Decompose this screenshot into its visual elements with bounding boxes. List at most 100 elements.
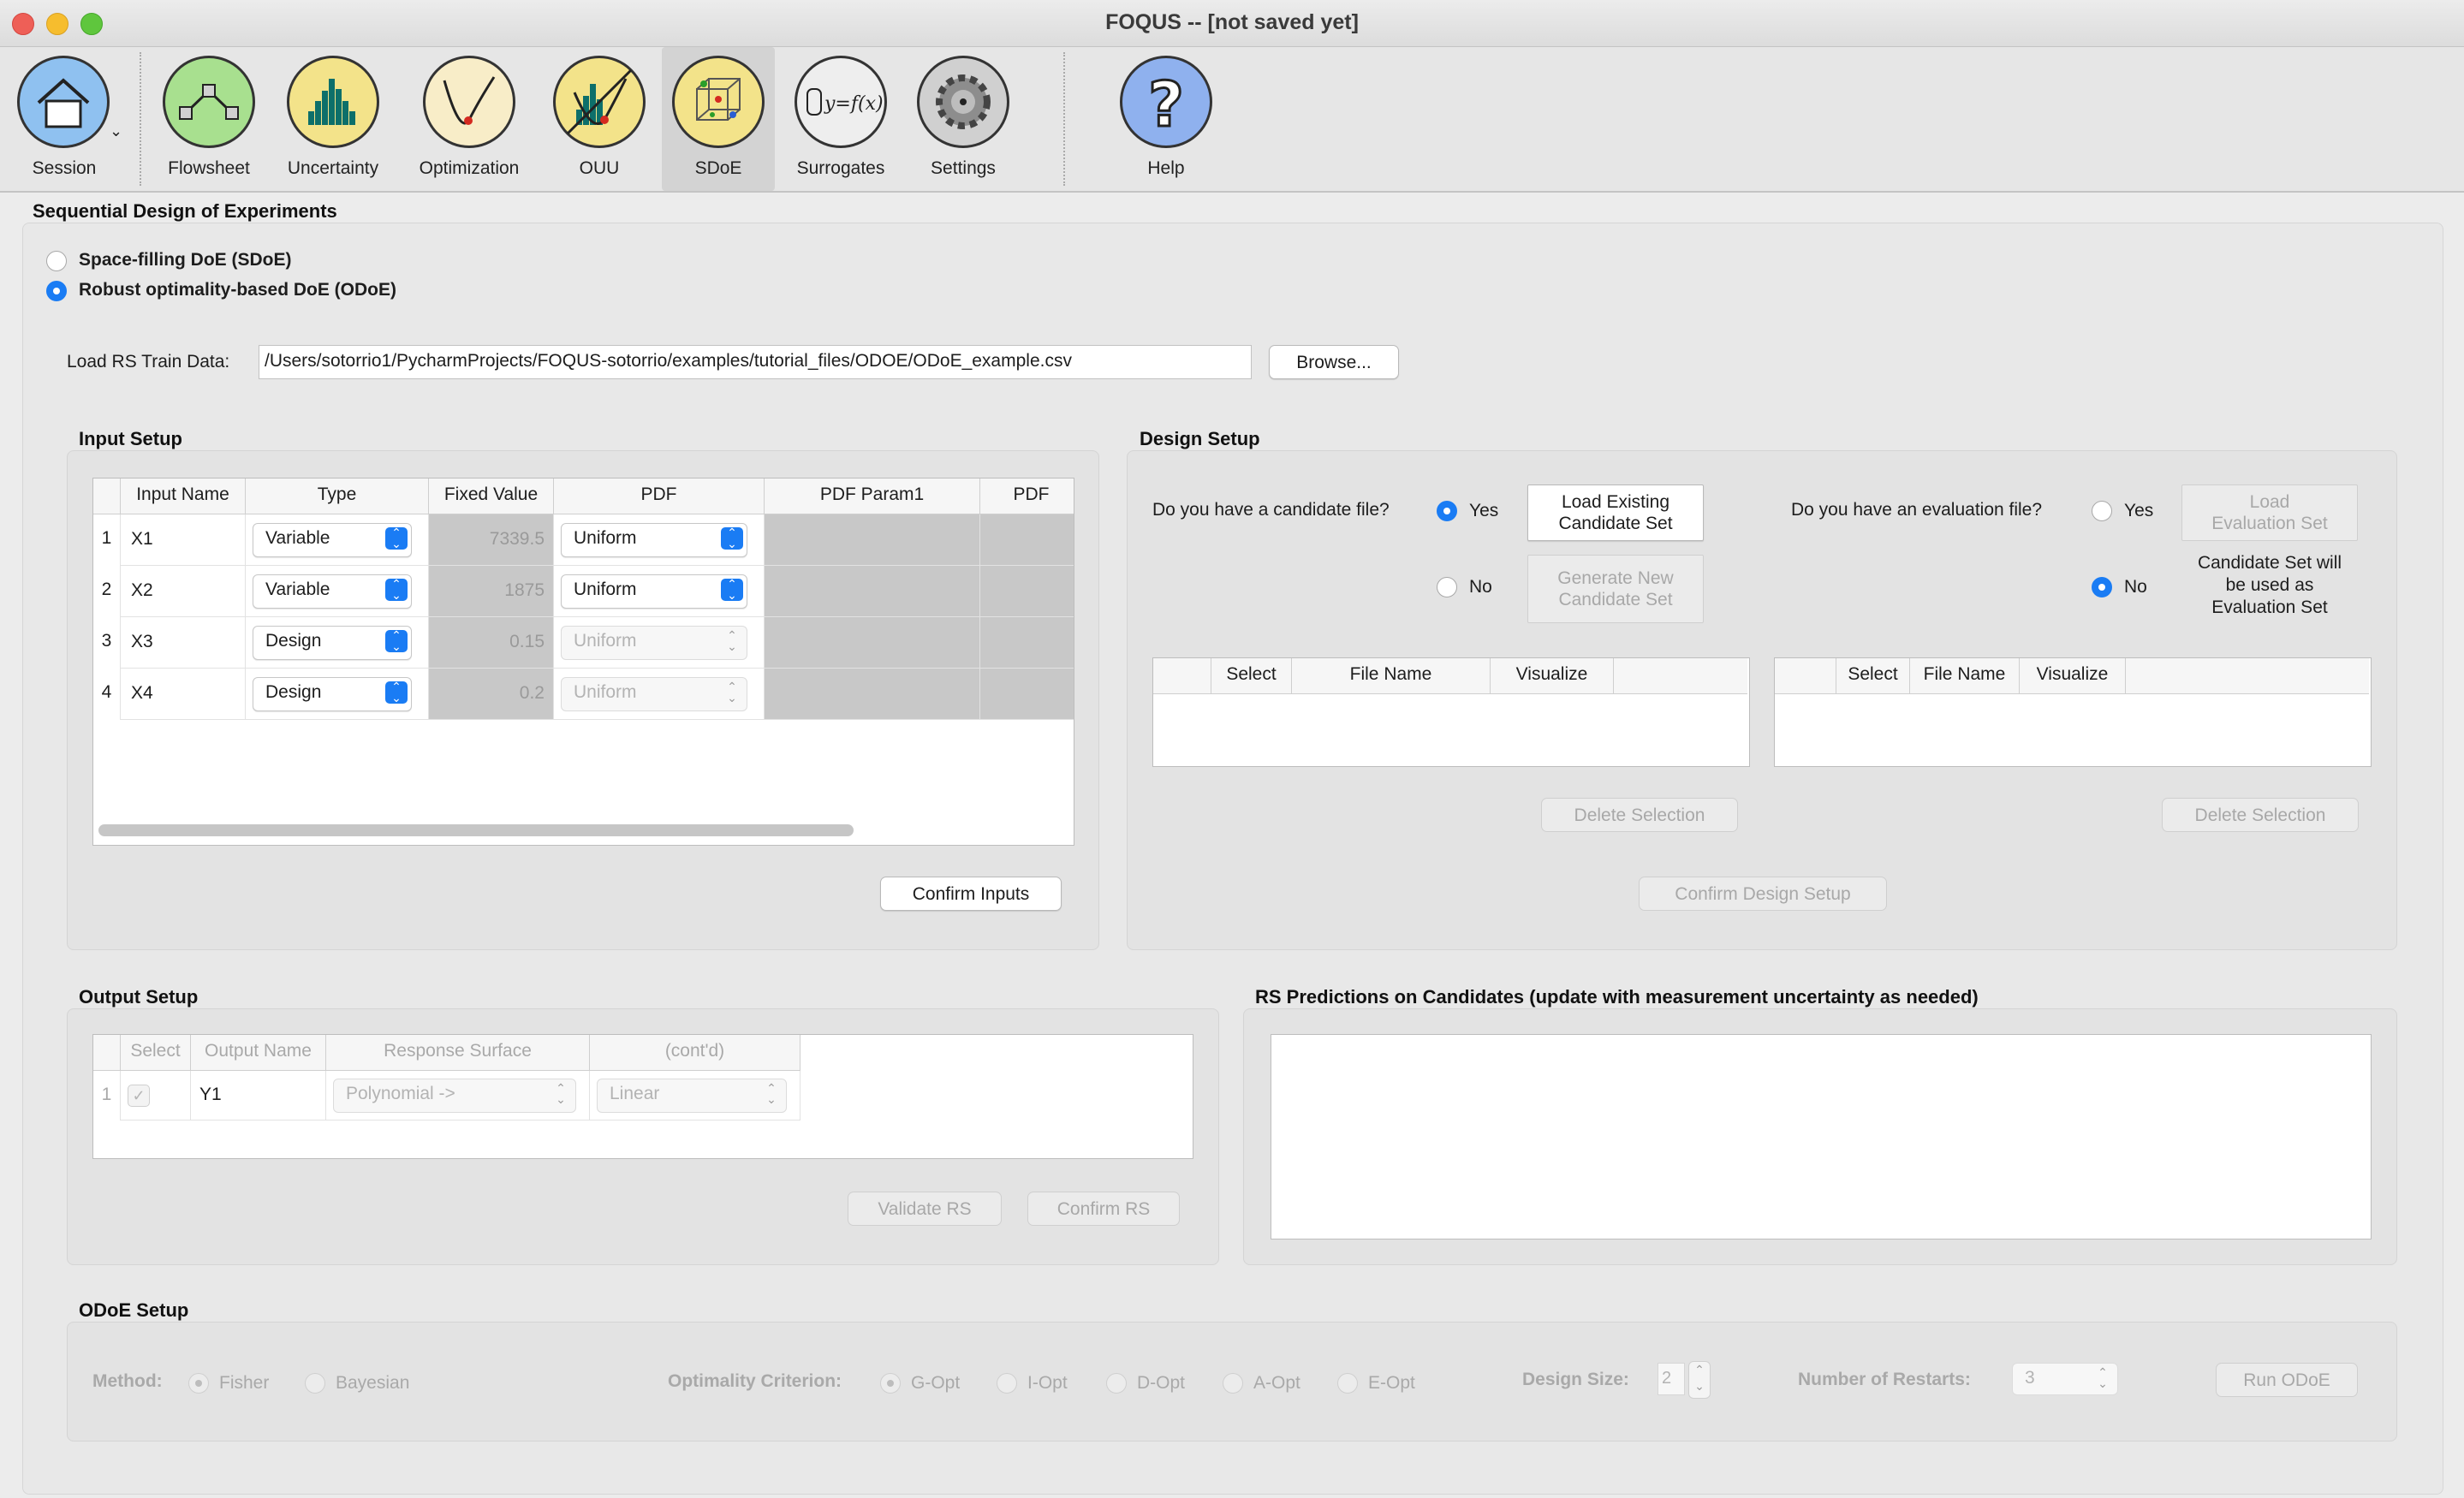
toolbar-sdoe-label: SDoE <box>694 158 742 178</box>
confirm-inputs-button[interactable]: Confirm Inputs <box>880 877 1062 911</box>
table-corner <box>1775 658 1836 694</box>
col-header: Response Surface <box>326 1035 590 1071</box>
mode-sdoe-radio[interactable] <box>46 251 67 271</box>
cont-cell: Linear ⌃ ⌄ <box>590 1071 801 1121</box>
criterion-d-opt-radio[interactable] <box>1106 1373 1127 1394</box>
row-number: 1 <box>93 1071 121 1121</box>
toolbar-settings[interactable]: Settings <box>911 47 1015 191</box>
gear-icon <box>917 56 1009 148</box>
toolbar-settings-label: Settings <box>931 158 996 178</box>
toolbar-session-label: Session <box>32 158 97 178</box>
method-label: Method: <box>92 1371 163 1391</box>
rs-type-select[interactable]: Linear ⌃ ⌄ <box>597 1079 787 1113</box>
method-bayesian-radio[interactable] <box>305 1373 325 1394</box>
col-header: Fixed Value <box>429 479 554 514</box>
delete-candidate-selection-button[interactable]: Delete Selection <box>1541 798 1738 832</box>
type-select[interactable]: Design ⌃ ⌄ <box>253 677 412 711</box>
criterion-g-opt-radio[interactable] <box>880 1373 901 1394</box>
criterion-e-opt-radio[interactable] <box>1337 1373 1358 1394</box>
candidate-no-radio[interactable] <box>1437 577 1457 597</box>
type-select[interactable]: Design ⌃ ⌄ <box>253 626 412 660</box>
run-odoe-button[interactable]: Run ODoE <box>2216 1363 2358 1397</box>
table-corner <box>93 479 121 514</box>
select-checkbox[interactable]: ✓ <box>128 1085 150 1107</box>
mode-odoe-label: Robust optimality-based DoE (ODoE) <box>79 280 397 300</box>
design-setup-title: Design Setup <box>1140 428 1260 449</box>
load-evaluation-set-button[interactable]: Load Evaluation Set <box>2181 484 2358 541</box>
pdf-select[interactable]: Uniform ⌃ ⌄ <box>561 626 747 660</box>
load-existing-candidate-button[interactable]: Load Existing Candidate Set <box>1527 484 1704 541</box>
toolbar-optimization[interactable]: Optimization <box>407 47 532 191</box>
window-title: FOQUS -- [not saved yet] <box>1105 10 1359 34</box>
flowsheet-icon <box>163 56 255 148</box>
confirm-rs-button[interactable]: Confirm RS <box>1027 1192 1180 1226</box>
toolbar-session[interactable]: ⌄ Session <box>7 47 122 191</box>
evaluation-no-radio[interactable] <box>2092 577 2112 597</box>
candidate-no-label: No <box>1469 577 1492 597</box>
method-fisher-radio[interactable] <box>188 1373 209 1394</box>
toolbar-uncertainty-label: Uncertainty <box>287 158 379 178</box>
col-header: PDF <box>554 479 765 514</box>
surrogate-function-icon: y=f(x) <box>795 56 887 148</box>
optimization-curve-icon <box>423 56 515 148</box>
rs-predictions-view[interactable] <box>1271 1034 2372 1239</box>
toolbar-flowsheet-label: Flowsheet <box>168 158 250 178</box>
design-size-input[interactable]: 2 <box>1658 1363 1685 1395</box>
criterion-i-opt-radio[interactable] <box>997 1373 1017 1394</box>
method-bayesian-label: Bayesian <box>336 1373 410 1393</box>
page-title: Sequential Design of Experiments <box>33 200 337 222</box>
pdf-param2-cell <box>980 669 1074 720</box>
design-size-stepper[interactable]: ⌃ ⌄ <box>1688 1361 1711 1399</box>
header-filler <box>1614 658 1747 694</box>
browse-button[interactable]: Browse... <box>1269 345 1399 379</box>
toolbar-flowsheet[interactable]: Flowsheet <box>154 47 264 191</box>
criterion-a-opt-label: A-Opt <box>1253 1373 1300 1393</box>
rs-train-data-path-input[interactable]: /Users/sotorrio1/PycharmProjects/FOQUS-s… <box>259 345 1252 379</box>
toolbar-ouu[interactable]: OUU <box>548 47 651 191</box>
odoe-setup-title: ODoE Setup <box>79 1299 189 1321</box>
input-name-cell: X4 <box>121 669 246 720</box>
pdf-select[interactable]: Uniform ⌃ ⌄ <box>561 677 747 711</box>
evaluation-question: Do you have an evaluation file? <box>1791 500 2043 520</box>
toolbar-surrogates[interactable]: y=f(x) Surrogates <box>786 47 896 191</box>
pdf-cell: Uniform ⌃ ⌄ <box>554 514 765 566</box>
fixed-value-cell[interactable]: 0.15 <box>429 617 554 669</box>
delete-evaluation-selection-button[interactable]: Delete Selection <box>2162 798 2359 832</box>
candidate-question: Do you have a candidate file? <box>1152 500 1390 520</box>
main-toolbar: ⌄ Session Flowsheet Uncertainty Optimiza… <box>0 47 2464 193</box>
toolbar-sdoe[interactable]: SDoE <box>662 47 775 191</box>
evaluation-yes-radio[interactable] <box>2092 501 2112 521</box>
horizontal-scrollbar[interactable] <box>98 824 854 836</box>
type-cell: Variable ⌃ ⌄ <box>246 514 429 566</box>
table-corner <box>1153 658 1211 694</box>
type-cell: Design ⌃ ⌄ <box>246 669 429 720</box>
generate-new-candidate-button[interactable]: Generate New Candidate Set <box>1527 555 1704 623</box>
toolbar-help[interactable]: ? Help <box>1113 47 1219 191</box>
pdf-select[interactable]: Uniform ⌃ ⌄ <box>561 523 747 557</box>
evaluation-yes-label: Yes <box>2124 501 2154 520</box>
response-surface-select[interactable]: Polynomial -> ⌃ ⌄ <box>333 1079 576 1113</box>
type-cell: Design ⌃ ⌄ <box>246 617 429 669</box>
pdf-param1-cell <box>765 514 980 566</box>
question-icon: ? <box>1120 56 1212 148</box>
toolbar-separator <box>1063 52 1065 186</box>
select-cell: ✓ <box>121 1071 191 1121</box>
candidate-files-table: Select File Name Visualize <box>1152 657 1750 767</box>
col-header: (cont'd) <box>590 1035 801 1071</box>
type-select[interactable]: Variable ⌃ ⌄ <box>253 574 412 609</box>
fixed-value-cell[interactable]: 0.2 <box>429 669 554 720</box>
restarts-select[interactable]: 3 ⌃ ⌄ <box>2012 1363 2118 1395</box>
candidate-yes-radio[interactable] <box>1437 501 1457 521</box>
input-name-cell: X1 <box>121 514 246 566</box>
col-header: Visualize <box>1491 658 1614 694</box>
col-header: PDF <box>980 479 1074 514</box>
type-select[interactable]: Variable ⌃ ⌄ <box>253 523 412 557</box>
pdf-param2-cell <box>980 566 1074 617</box>
chevron-down-icon[interactable]: ⌄ <box>110 122 122 140</box>
mode-odoe-radio[interactable] <box>46 281 67 301</box>
toolbar-uncertainty[interactable]: Uncertainty <box>277 47 389 191</box>
criterion-a-opt-radio[interactable] <box>1223 1373 1243 1394</box>
pdf-select[interactable]: Uniform ⌃ ⌄ <box>561 574 747 609</box>
validate-rs-button[interactable]: Validate RS <box>848 1192 1002 1226</box>
confirm-design-setup-button[interactable]: Confirm Design Setup <box>1639 877 1887 911</box>
